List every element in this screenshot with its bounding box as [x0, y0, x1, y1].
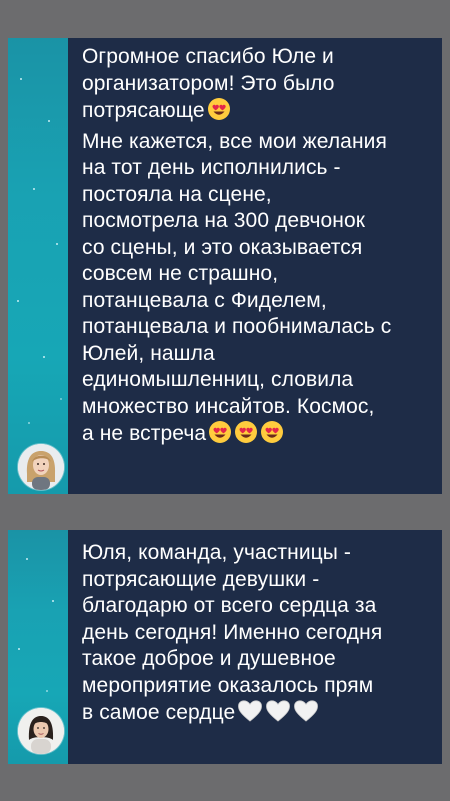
- message-card-2: Юля, команда, участницы - потрясающие де…: [8, 530, 442, 764]
- white-heart-emoji: [265, 699, 291, 731]
- avatar-dark-hair-woman[interactable]: [18, 708, 64, 754]
- message-text-2-body: Юля, команда, участницы - потрясающие де…: [82, 541, 383, 724]
- starry-gutter: [8, 38, 68, 494]
- white-heart-emoji: [293, 699, 319, 731]
- heart-eyes-emoji: [234, 420, 258, 452]
- heart-eyes-emoji: [207, 97, 231, 129]
- white-heart-emoji: [237, 699, 263, 731]
- message-text-1: Огромное спасибо Юле и организатором! Эт…: [82, 44, 434, 452]
- message-card-1: Огромное спасибо Юле и организатором! Эт…: [8, 38, 442, 494]
- heart-eyes-emoji: [260, 420, 284, 452]
- message-text-2: Юля, команда, участницы - потрясающие де…: [82, 540, 434, 731]
- avatar-blonde-woman[interactable]: [18, 444, 64, 490]
- heart-eyes-emoji: [208, 420, 232, 452]
- message-text-1-part-2: Мне кажется, все мои желания на тот день…: [82, 129, 392, 446]
